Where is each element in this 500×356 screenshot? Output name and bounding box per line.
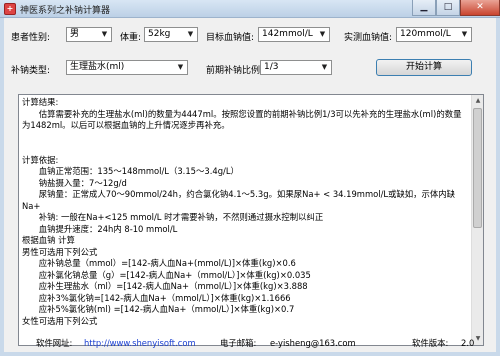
- status-bar: 软件网址: http://www.shenyisoft.com 电子邮箱: e-…: [14, 336, 496, 350]
- result-text: 计算结果: 估算需要补充的生理盐水(ml)的数量为4447ml。按照您设置的前期…: [19, 95, 471, 345]
- target-sodium-select[interactable]: 142mmol/L ▼: [258, 27, 330, 42]
- result-line: 应补氯化钠总量（g）=[142-病人血Na+（mmol/L）]×体重(kg)×0…: [22, 269, 311, 280]
- result-line: 钠盐摄入量：7～12g/d: [22, 177, 127, 188]
- app-icon: +: [4, 3, 16, 15]
- result-line: 血钠提升速度：24h内 8-10 mmol/L: [22, 223, 178, 234]
- gender-select[interactable]: 男 ▼: [66, 27, 112, 42]
- version-label: 软件版本:: [412, 338, 449, 348]
- scroll-up-icon[interactable]: ▲: [472, 95, 483, 107]
- chevron-down-icon: ▼: [321, 63, 328, 71]
- minimize-button[interactable]: ▁: [412, 0, 436, 16]
- chevron-down-icon: ▼: [101, 30, 108, 38]
- title-bar[interactable]: + 神医系列之补钠计算器 ▁ □ ✕: [0, 0, 500, 18]
- result-line: 应补生理盐水（ml）=[142-病人血Na+（mmol/L）]×体重(kg)×3…: [22, 281, 308, 291]
- website-link[interactable]: http://www.shenyisoft.com: [84, 336, 196, 350]
- close-button[interactable]: ✕: [460, 0, 500, 16]
- result-line: 应补3%氯化钠=[142-病人血Na+（mmol/L）]×体重(kg)×1.16…: [22, 292, 291, 303]
- measured-sodium-label: 实测血钠值:: [344, 33, 393, 43]
- client-area: 患者性别: 男 ▼ 体重: 52kg ▼ 目标血钠值: 142mmol/L ▼ …: [4, 18, 496, 352]
- measured-sodium-value: 120mmol/L: [400, 29, 451, 39]
- gender-value: 男: [70, 29, 80, 39]
- chevron-down-icon: ▼: [461, 30, 468, 38]
- result-line: 血钠正常范围：135～148mmol/L（3.15～3.4g/L）: [22, 166, 239, 176]
- start-calculation-button[interactable]: 开始计算: [376, 59, 472, 76]
- ratio-label: 前期补钠比例:: [206, 66, 264, 76]
- weight-label: 体重:: [120, 33, 142, 43]
- result-line: 男性可选用下列公式: [22, 246, 98, 257]
- result-line: 补钠: 一般在Na+<125 mmol/L 时才需要补钠，不然则通过摄水控制以纠…: [22, 212, 324, 222]
- result-line: 应补钠总量（mmol）=[142-病人血Na+(mmol/L)]×体重(kg)×…: [22, 258, 296, 268]
- email-value: e-yisheng@163.com: [270, 338, 356, 348]
- version-value: 2.0: [461, 338, 475, 348]
- window-title: 神医系列之补钠计算器: [20, 6, 111, 16]
- result-line: 计算依据:: [22, 154, 59, 165]
- sodium-type-value: 生理盐水(ml): [70, 62, 125, 72]
- chevron-down-icon: ▼: [187, 30, 194, 38]
- weight-value: 52kg: [148, 29, 171, 39]
- result-line: 应补5%氯化钠(ml) =[142-病人血Na+（mmol/L）]×体重(kg)…: [22, 304, 295, 314]
- result-textbox[interactable]: 计算结果: 估算需要补充的生理盐水(ml)的数量为4447ml。按照您设置的前期…: [18, 94, 484, 346]
- email-label: 电子邮箱:: [220, 338, 257, 348]
- result-line: 计算结果:: [22, 97, 59, 107]
- result-line: [22, 132, 468, 144]
- result-line: 根据血钠 计算: [22, 235, 75, 245]
- ratio-select[interactable]: 1/3 ▼: [260, 60, 332, 75]
- chevron-down-icon: ▼: [177, 63, 184, 71]
- ratio-value: 1/3: [264, 62, 279, 72]
- gender-label: 患者性别:: [11, 33, 51, 43]
- window-controls: ▁ □ ✕: [412, 0, 500, 17]
- result-line: 估算需要补充的生理盐水(ml)的数量为4447ml。按照您设置的前期补钠比例1/…: [22, 108, 462, 131]
- result-line: 尿钠量：正常成人70～90mmol/24h，约合氯化钠4.1～5.3g。如果尿N…: [22, 189, 456, 211]
- weight-select[interactable]: 52kg ▼: [144, 27, 198, 42]
- vertical-scrollbar[interactable]: ▲ ▼: [471, 95, 483, 345]
- scrollbar-thumb[interactable]: [473, 108, 482, 228]
- target-sodium-value: 142mmol/L: [262, 29, 313, 39]
- website-label: 软件网址:: [36, 338, 73, 348]
- sodium-type-label: 补钠类型:: [11, 66, 51, 76]
- maximize-button[interactable]: □: [436, 0, 460, 16]
- result-line: [22, 143, 468, 155]
- target-sodium-label: 目标血钠值:: [206, 33, 255, 43]
- result-line: 女性可选用下列公式: [22, 315, 98, 326]
- sodium-type-select[interactable]: 生理盐水(ml) ▼: [66, 60, 188, 75]
- measured-sodium-select[interactable]: 120mmol/L ▼: [396, 27, 472, 42]
- chevron-down-icon: ▼: [319, 30, 326, 38]
